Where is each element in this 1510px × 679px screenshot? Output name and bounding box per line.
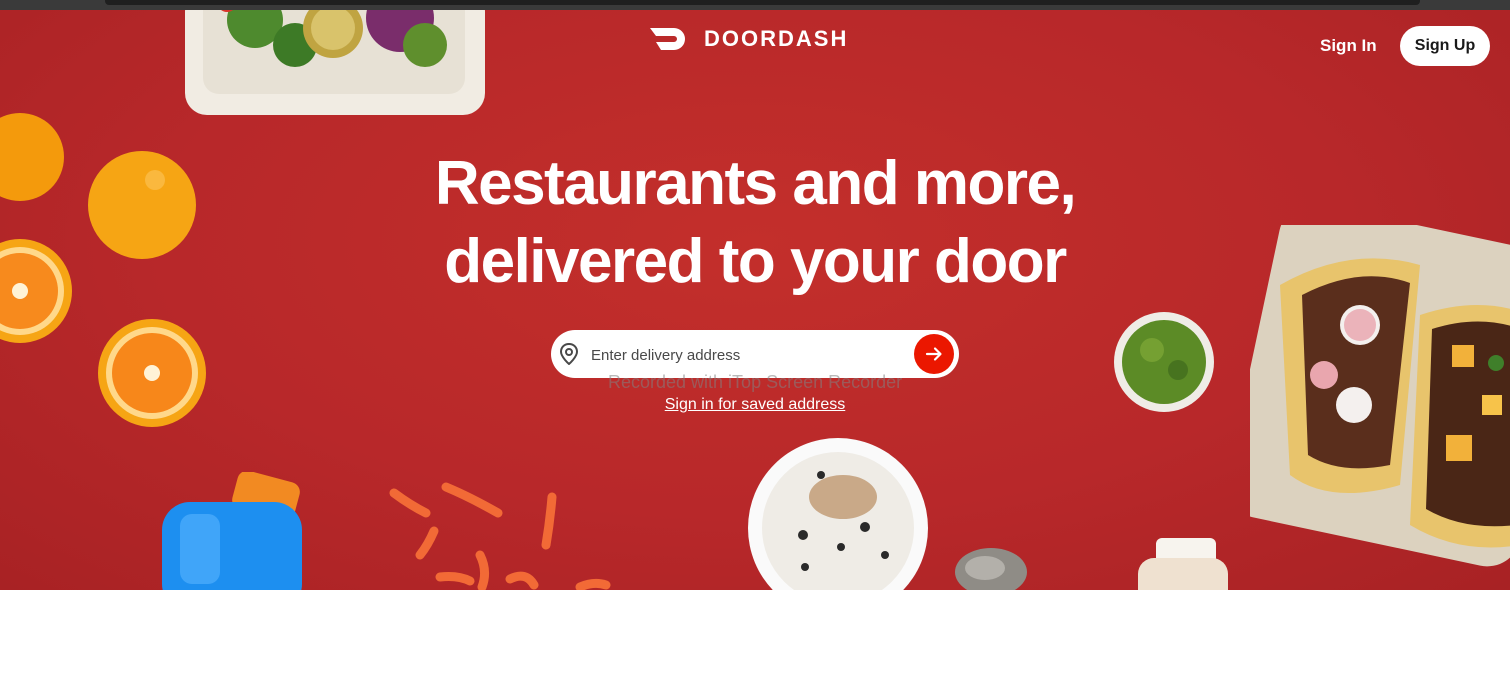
brand-name: DOORDASH bbox=[704, 26, 849, 51]
location-pin-icon bbox=[559, 343, 579, 365]
sign-in-link[interactable]: Sign In bbox=[1320, 35, 1377, 57]
sign-up-button[interactable]: Sign Up bbox=[1400, 26, 1490, 66]
address-search-bar bbox=[551, 330, 959, 378]
oranges-image bbox=[0, 113, 206, 427]
milk-bottle-image bbox=[1138, 538, 1228, 590]
delivery-address-input[interactable] bbox=[589, 340, 913, 370]
ice-cream-cup-image bbox=[748, 438, 928, 590]
doordash-logo[interactable]: DOORDASH bbox=[650, 24, 848, 54]
cheese-puffs-image bbox=[389, 482, 611, 590]
sports-drink-bottle-image bbox=[162, 472, 302, 590]
headline-line-2: delivered to your door bbox=[444, 227, 1067, 296]
doordash-logo-icon bbox=[650, 28, 685, 50]
guacamole-cup-image bbox=[1114, 312, 1214, 412]
tacos-tray-image bbox=[1250, 225, 1510, 567]
browser-tab-strip bbox=[105, 0, 1420, 5]
hero-headline: Restaurants and more, delivered to your … bbox=[330, 145, 1180, 301]
headline-line-1: Restaurants and more, bbox=[434, 149, 1077, 218]
hero-section: DOORDASH Sign In Sign Up Restaurants and… bbox=[0, 10, 1510, 590]
salad-bowl-image bbox=[185, 10, 485, 115]
spoon-image bbox=[955, 548, 1027, 590]
find-address-button[interactable] bbox=[914, 334, 954, 374]
saved-address-link[interactable]: Sign in for saved address bbox=[605, 396, 905, 414]
screen-recorder-watermark: Recorded with iTop Screen Recorder bbox=[608, 372, 903, 392]
browser-top-bar bbox=[0, 0, 1510, 10]
arrow-right-icon bbox=[925, 347, 942, 361]
